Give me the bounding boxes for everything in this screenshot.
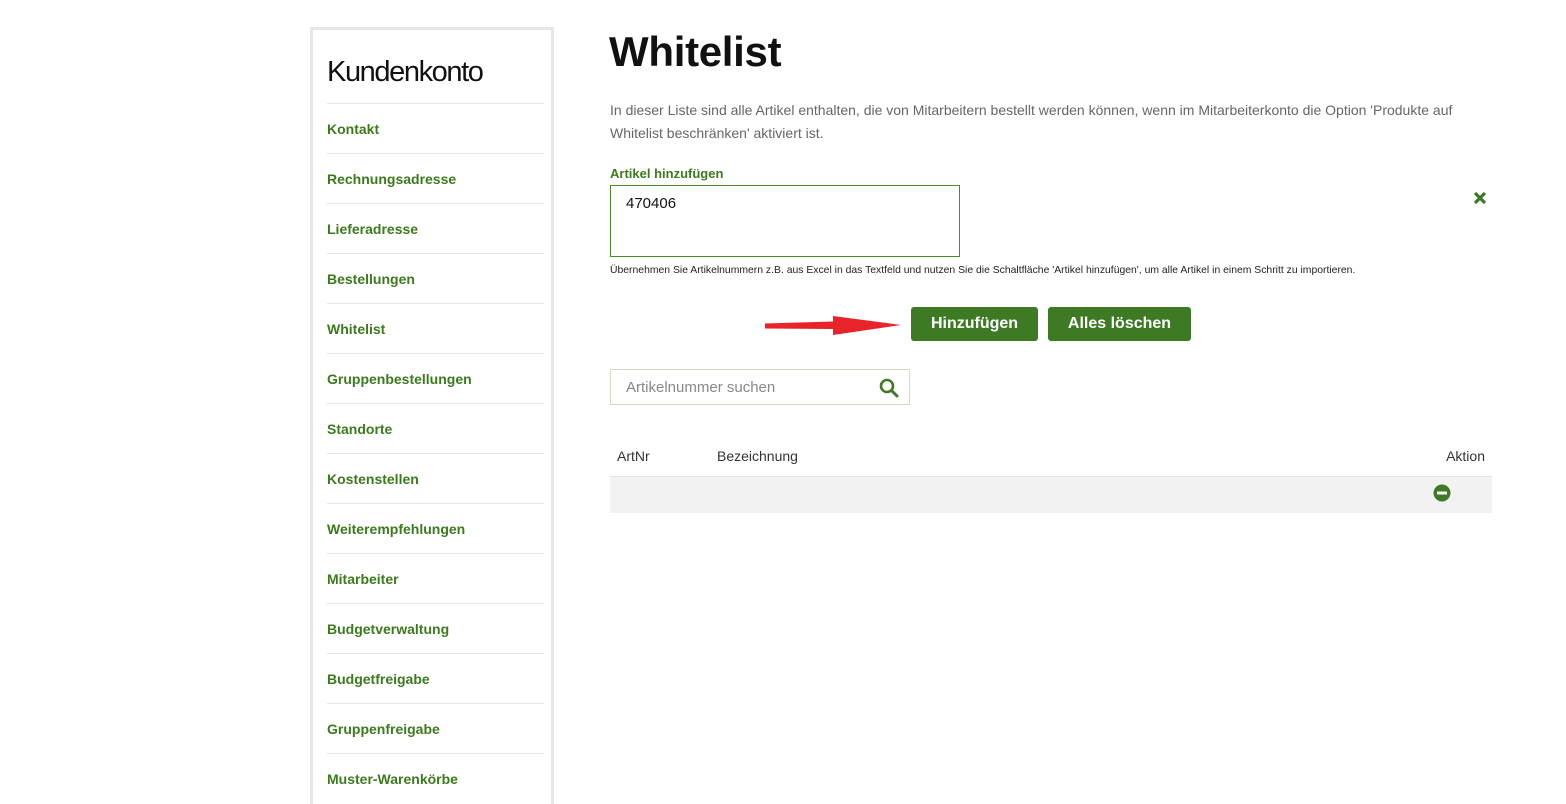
article-search <box>610 369 910 405</box>
add-article-label: Artikel hinzufügen <box>610 166 724 181</box>
sidebar-item-gruppenfreigabe: Gruppenfreigabe <box>327 703 544 753</box>
page-title: Whitelist <box>609 28 782 75</box>
sidebar-item-kontakt: Kontakt <box>327 103 544 153</box>
sidebar-link-mitarbeiter[interactable]: Mitarbeiter <box>327 570 399 587</box>
page: Kundenkonto Kontakt Rechnungsadresse Lie… <box>0 0 1566 804</box>
sidebar-link-lieferadresse[interactable]: Lieferadresse <box>327 220 418 237</box>
minus-circle-icon[interactable] <box>1433 484 1451 507</box>
add-button[interactable]: Hinzufügen <box>911 307 1038 341</box>
column-header-aktion: Aktion <box>1446 448 1485 464</box>
sidebar-item-lieferadresse: Lieferadresse <box>327 203 544 253</box>
close-icon[interactable] <box>1472 190 1488 206</box>
sidebar-link-standorte[interactable]: Standorte <box>327 420 392 437</box>
sidebar-item-mitarbeiter: Mitarbeiter <box>327 553 544 603</box>
sidebar-link-weiterempfehlungen[interactable]: Weiterempfehlungen <box>327 520 465 537</box>
sidebar-nav: Kontakt Rechnungsadresse Lieferadresse B… <box>327 103 544 803</box>
sidebar-item-standorte: Standorte <box>327 403 544 453</box>
sidebar-link-bestellungen[interactable]: Bestellungen <box>327 270 415 287</box>
whitelist-table-header: ArtNr Bezeichnung Aktion <box>610 440 1492 478</box>
sidebar-link-kontakt[interactable]: Kontakt <box>327 120 379 137</box>
sidebar-link-gruppenfreigabe[interactable]: Gruppenfreigabe <box>327 720 440 737</box>
sidebar-item-weiterempfehlungen: Weiterempfehlungen <box>327 503 544 553</box>
sidebar-link-gruppenbestellungen[interactable]: Gruppenbestellungen <box>327 370 472 387</box>
sidebar-item-whitelist: Whitelist <box>327 303 544 353</box>
sidebar-item-budgetfreigabe: Budgetfreigabe <box>327 653 544 703</box>
sidebar-link-kostenstellen[interactable]: Kostenstellen <box>327 470 419 487</box>
search-icon[interactable] <box>879 378 899 403</box>
arrow-right-annotation <box>765 316 901 335</box>
article-search-input[interactable] <box>611 370 891 404</box>
column-header-artnr: ArtNr <box>617 448 650 464</box>
import-hint: Übernehmen Sie Artikelnummern z.B. aus E… <box>610 265 1356 276</box>
account-sidebar: Kundenkonto Kontakt Rechnungsadresse Lie… <box>310 27 554 804</box>
sidebar-title: Kundenkonto <box>327 56 484 88</box>
sidebar-item-gruppenbestellungen: Gruppenbestellungen <box>327 353 544 403</box>
sidebar-link-muster-warenkoerbe[interactable]: Muster-Warenkörbe <box>327 770 458 787</box>
sidebar-item-bestellungen: Bestellungen <box>327 253 544 303</box>
sidebar-item-muster-warenkoerbe: Muster-Warenkörbe <box>327 753 544 803</box>
table-row <box>610 477 1492 513</box>
sidebar-link-rechnungsadresse[interactable]: Rechnungsadresse <box>327 170 456 187</box>
sidebar-item-kostenstellen: Kostenstellen <box>327 453 544 503</box>
sidebar-link-budgetfreigabe[interactable]: Budgetfreigabe <box>327 670 430 687</box>
intro-text: In dieser Liste sind alle Artikel enthal… <box>610 102 1453 141</box>
clear-all-button[interactable]: Alles löschen <box>1048 307 1191 341</box>
sidebar-link-budgetverwaltung[interactable]: Budgetverwaltung <box>327 620 449 637</box>
column-header-bezeichnung: Bezeichnung <box>717 448 798 464</box>
sidebar-link-whitelist[interactable]: Whitelist <box>327 320 385 337</box>
sidebar-item-rechnungsadresse: Rechnungsadresse <box>327 153 544 203</box>
article-number-input[interactable]: 470406 <box>610 185 960 257</box>
sidebar-item-budgetverwaltung: Budgetverwaltung <box>327 603 544 653</box>
